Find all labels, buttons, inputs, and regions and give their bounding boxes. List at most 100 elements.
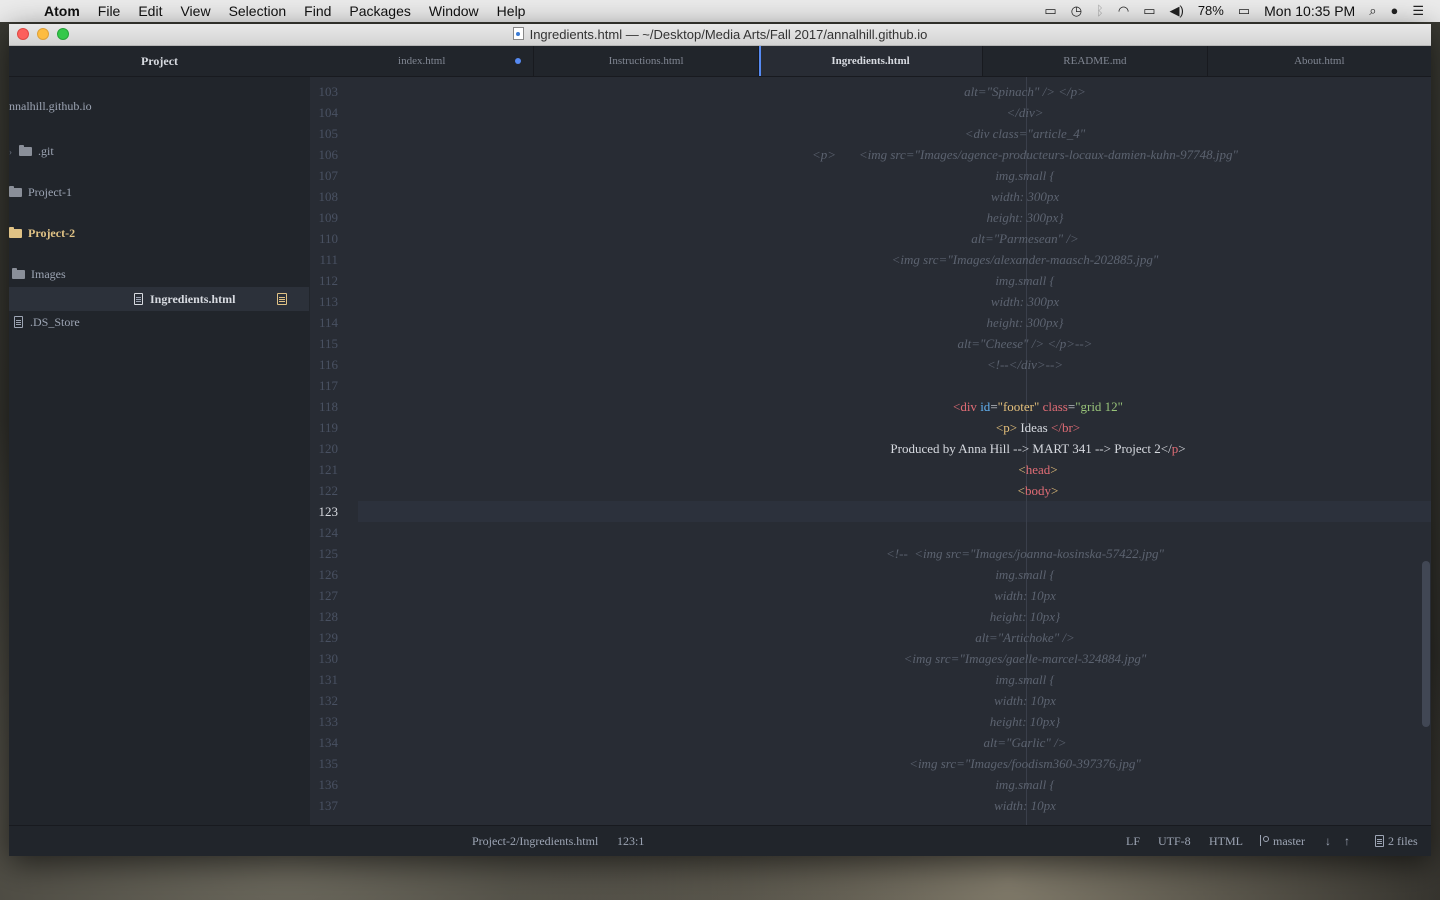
tree-item-label: .DS_Store [30, 315, 80, 329]
atom-window: Ingredients.html — ~/Desktop/Media Arts/… [9, 24, 1431, 856]
menu-selection[interactable]: Selection [220, 0, 296, 22]
tab-label: README.md [1063, 55, 1127, 67]
code-line[interactable]: </div> [310, 102, 1431, 123]
wifi-icon[interactable]: ◠ [1118, 0, 1129, 22]
code-line[interactable]: height: 300px} [310, 207, 1431, 228]
tree-view-header[interactable]: Project [9, 46, 310, 77]
code-line[interactable]: height: 300px} [310, 312, 1431, 333]
tree-item-git[interactable]: › .git [9, 140, 54, 162]
modified-indicator-icon[interactable] [515, 58, 522, 64]
bluetooth-icon[interactable]: ᛒ [1096, 0, 1104, 22]
menu-edit[interactable]: Edit [129, 0, 171, 22]
menu-find[interactable]: Find [295, 0, 340, 22]
code-line[interactable]: <div class="article_4" [310, 123, 1431, 144]
cursor-line-highlight [358, 501, 1431, 522]
project-tree-view: Project nnalhill.github.io › .git Project… [9, 46, 311, 825]
code-line[interactable]: <p> <img src="Images/agence-producteurs-… [310, 144, 1431, 165]
status-encoding[interactable]: UTF-8 [1158, 826, 1191, 856]
code-line[interactable]: alt="Spinach" /> </p> [310, 81, 1431, 102]
tree-item-images[interactable]: Images [9, 263, 66, 285]
code-line[interactable]: <div id="footer" class="grid 12" [310, 375, 1431, 414]
menu-window[interactable]: Window [420, 0, 488, 22]
git-branch-icon [1260, 835, 1269, 846]
menu-file[interactable]: File [89, 0, 130, 22]
menu-bar: Atom File Edit View Selection Find Packa… [0, 0, 1440, 22]
tab-readme-md[interactable]: README.md [983, 46, 1208, 76]
code-line[interactable]: img.small { [310, 669, 1431, 690]
menu-app-name[interactable]: Atom [40, 0, 89, 22]
code-line[interactable]: alt="Artichoke" /> [310, 627, 1431, 648]
tab-about-html[interactable]: About.html [1208, 46, 1431, 76]
code-line[interactable]: img.small { [310, 564, 1431, 585]
clock[interactable]: Mon 10:35 PM [1264, 0, 1355, 22]
file-icon [1375, 835, 1384, 847]
code-line[interactable]: height: 10px} [310, 711, 1431, 732]
status-line-ending[interactable]: LF [1126, 826, 1140, 856]
tree-item-project-2[interactable]: Project-2 [9, 222, 75, 244]
code-line[interactable]: img.small { [310, 165, 1431, 186]
code-line[interactable]: <head> [310, 438, 1431, 477]
status-git-branch[interactable]: master [1260, 826, 1305, 856]
title-bar[interactable]: Ingredients.html — ~/Desktop/Media Arts/… [9, 24, 1431, 46]
menu-view[interactable]: View [171, 0, 219, 22]
code-line[interactable]: width: 10px [310, 795, 1431, 816]
code-line[interactable]: alt="Cheese" /> </p>--> [310, 333, 1431, 354]
code-line[interactable]: img.small { [310, 774, 1431, 795]
code-line[interactable]: width: 300px [310, 186, 1431, 207]
code-line[interactable]: <!-- <img src="Images/joanna-kosinska-57… [310, 543, 1431, 564]
line-number[interactable]: 123 [310, 501, 339, 522]
modified-file-icon [277, 293, 287, 305]
tab-label: index.html [398, 55, 446, 67]
code-line[interactable]: width: 10px [310, 690, 1431, 711]
tab-instructions-html[interactable]: Instructions.html [534, 46, 759, 76]
window-title: Ingredients.html — ~/Desktop/Media Arts/… [9, 24, 1431, 45]
code-line[interactable]: <body> [310, 459, 1431, 498]
tab-index-html[interactable]: index.html [310, 46, 535, 76]
status-grammar[interactable]: HTML [1209, 826, 1243, 856]
tree-item-label: Ingredients.html [150, 292, 236, 306]
display-icon[interactable]: ▭ [1044, 0, 1056, 22]
battery-icon[interactable]: ▭ [1238, 0, 1250, 22]
status-cursor-position[interactable]: 123:1 [617, 826, 644, 856]
window-title-text: Ingredients.html — ~/Desktop/Media Arts/… [529, 27, 928, 42]
code-editor[interactable]: 103 104 105 106 107 108 109 110 111 112 113 114 115 1… [310, 77, 1431, 825]
volume-icon[interactable]: ◀) [1169, 0, 1183, 22]
airplay-icon[interactable]: ▭ [1143, 0, 1155, 22]
code-token: < [1017, 483, 1025, 498]
status-branch-label: master [1273, 834, 1305, 848]
code-line[interactable]: <p> Ideas </br> [310, 396, 1431, 435]
git-fetch-up-icon[interactable]: ↑ [1344, 826, 1350, 856]
tree-item-ingredients-html[interactable]: Ingredients.html [9, 287, 309, 311]
code-token: > [1051, 483, 1059, 498]
code-line[interactable]: height: 10px} [310, 606, 1431, 627]
menu-help[interactable]: Help [488, 0, 535, 22]
line-number[interactable]: 124 [310, 522, 339, 543]
git-fetch-down-icon[interactable]: ↓ [1325, 826, 1331, 856]
menu-packages[interactable]: Packages [340, 0, 419, 22]
code-line[interactable]: Produced by Anna Hill --> MART 341 --> P… [310, 417, 1431, 456]
chevron-right-icon: › [9, 147, 12, 157]
time-machine-icon[interactable]: ◷ [1071, 0, 1082, 22]
siri-icon[interactable]: ● [1390, 0, 1398, 22]
notification-center-icon[interactable]: ☰ [1412, 0, 1424, 22]
battery-percent[interactable]: 78% [1198, 0, 1224, 22]
code-line[interactable]: img.small { [310, 270, 1431, 291]
spotlight-search-icon[interactable]: ⌕ [1369, 0, 1376, 22]
line-number[interactable]: 122 [310, 480, 339, 501]
tab-ingredients-html[interactable]: Ingredients.html [758, 46, 984, 76]
code-line[interactable]: width: 300px [310, 291, 1431, 312]
code-line[interactable]: <img src="Images/foodism360-397376.jpg" [310, 753, 1431, 774]
code-line[interactable]: <!--</div>--> [310, 354, 1431, 375]
code-line[interactable]: <img src="Images/alexander-maasch-202885… [310, 249, 1431, 270]
status-changed-files[interactable]: 2 files [1375, 826, 1418, 856]
tab-label: About.html [1294, 55, 1345, 67]
tree-item-project-1[interactable]: Project-1 [9, 181, 72, 203]
code-line[interactable]: alt="Parmesean" /> [310, 228, 1431, 249]
code-line[interactable]: width: 10px [310, 585, 1431, 606]
vertical-scrollbar[interactable] [1422, 561, 1430, 727]
code-line[interactable]: <img src="Images/gaelle-marcel-324884.jp… [310, 648, 1431, 669]
code-line[interactable]: alt="Garlic" /> [310, 732, 1431, 753]
status-file-path[interactable]: Project-2/Ingredients.html [472, 826, 598, 856]
tree-root[interactable]: nnalhill.github.io [9, 95, 92, 117]
tree-item-ds-store[interactable]: .DS_Store [9, 311, 80, 333]
